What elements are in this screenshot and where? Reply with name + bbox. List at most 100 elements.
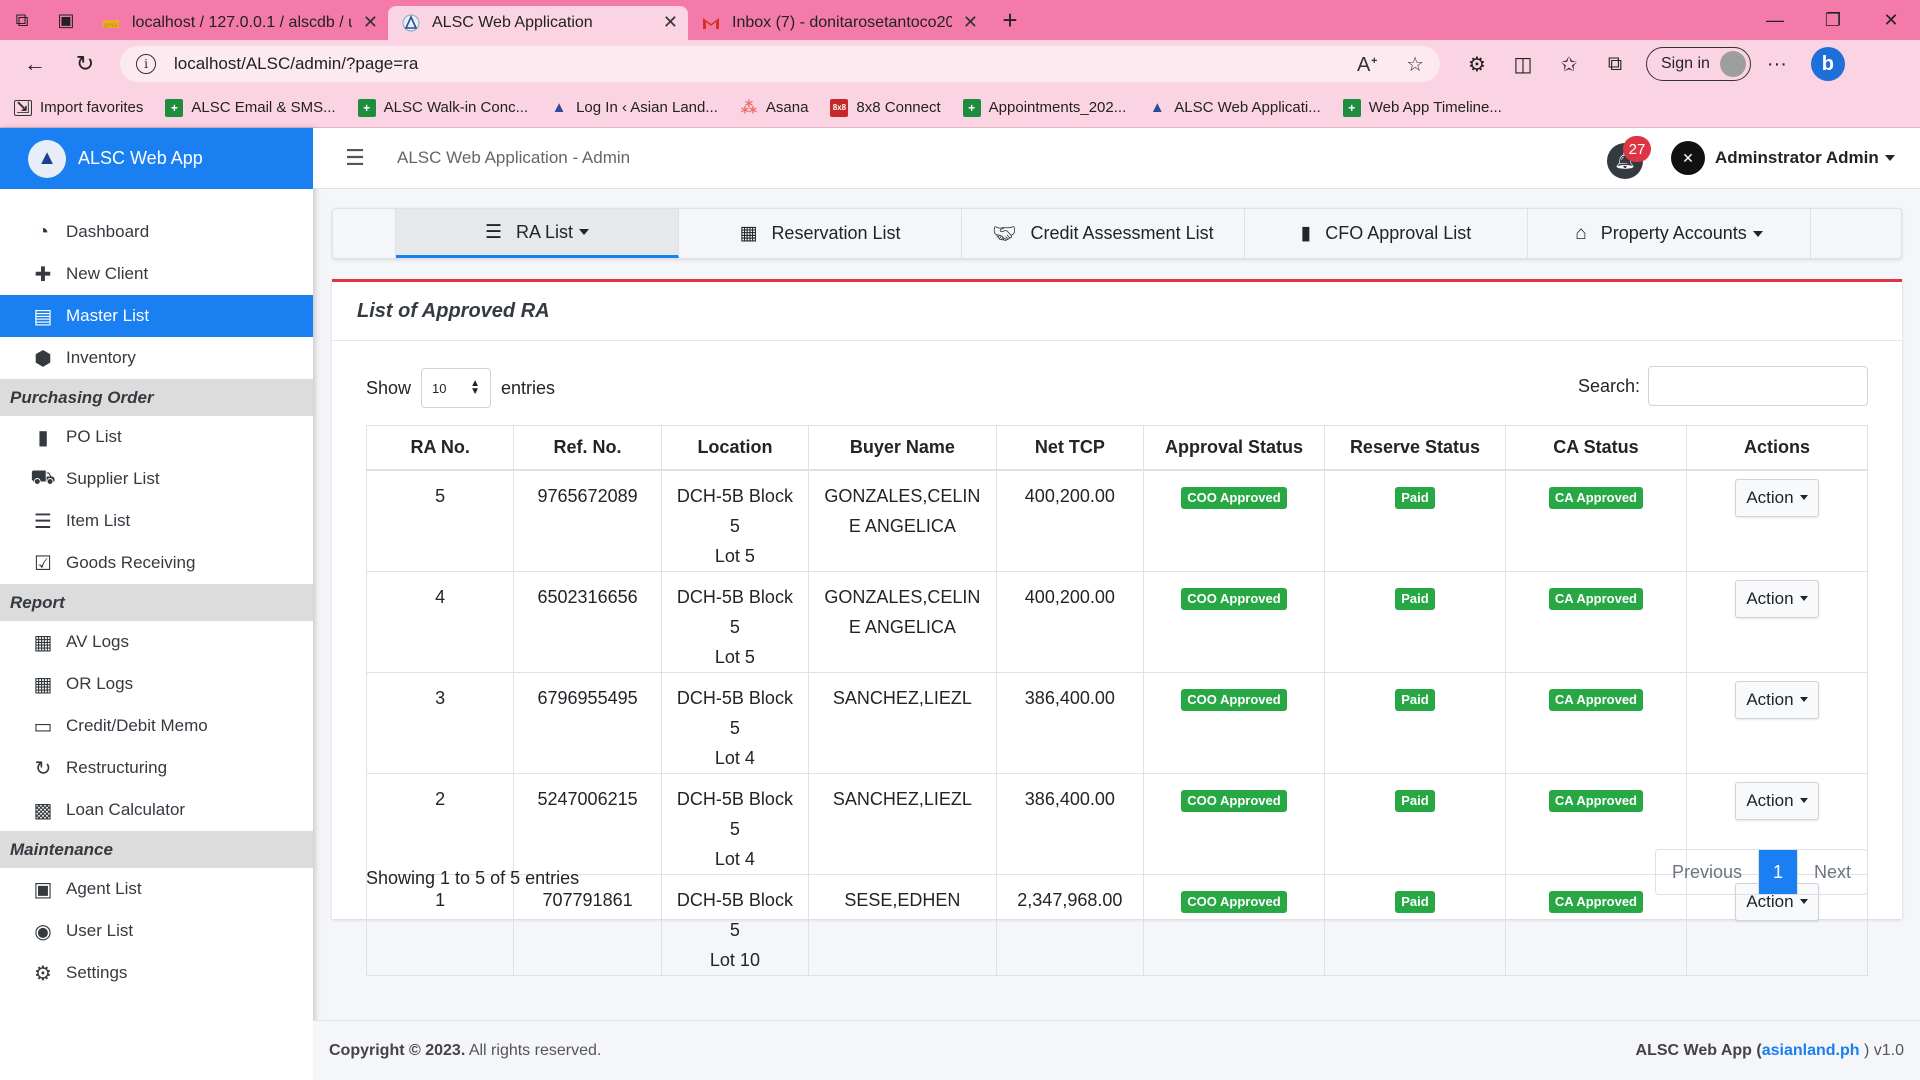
- favorite-label: Log In ‹ Asian Land...: [576, 99, 718, 116]
- sidebar-item-new-client[interactable]: ✚ New Client: [0, 253, 313, 295]
- action-dropdown-button[interactable]: Action: [1735, 579, 1819, 618]
- tab-credit-assessment-list[interactable]: 🤝︎ Credit Assessment List: [962, 209, 1245, 258]
- sidebar-item-inventory[interactable]: ⬢ Inventory: [0, 337, 313, 379]
- reserve-status-cell: Paid: [1324, 873, 1506, 976]
- sign-in-button[interactable]: Sign in: [1646, 47, 1751, 81]
- info-icon[interactable]: i: [136, 54, 156, 74]
- sidebar-item-av-logs[interactable]: ▦ AV Logs: [0, 621, 313, 663]
- favorite-item[interactable]: + Web App Timeline...: [1342, 98, 1502, 117]
- favorites-bar: ⇲ Import favorites + ALSC Email & SMS... +…: [0, 88, 1920, 128]
- page-1-button[interactable]: 1: [1758, 850, 1798, 894]
- column-header[interactable]: Net TCP: [995, 425, 1145, 471]
- sidebar-item-label: Restructuring: [66, 758, 168, 777]
- action-dropdown-button[interactable]: Action: [1735, 781, 1819, 820]
- browser-tab[interactable]: pma localhost / 127.0.0.1 / alscdb / us …: [88, 6, 388, 40]
- sidebar-item-item-list[interactable]: ☰ Item List: [0, 500, 313, 542]
- buyer-cell: SANCHEZ,LIEZL: [808, 671, 997, 774]
- brand-link[interactable]: ▲ ALSC Web App: [0, 128, 313, 189]
- sidebar-item-goods-receiving[interactable]: ☑ Goods Receiving: [0, 542, 313, 584]
- split-screen-icon[interactable]: ◫: [1500, 52, 1546, 77]
- list-icon: ☰: [484, 221, 502, 243]
- favorite-item[interactable]: ⁂ Asana: [740, 99, 809, 117]
- ra-no-cell: 1: [365, 873, 515, 976]
- action-dropdown-button[interactable]: Action: [1735, 478, 1819, 517]
- sign-in-label: Sign in: [1661, 55, 1710, 72]
- sidebar-item-supplier-list[interactable]: ⛟ Supplier List: [0, 458, 313, 500]
- column-header[interactable]: CA Status: [1504, 425, 1687, 471]
- minimize-icon[interactable]: —: [1746, 0, 1804, 40]
- browser-tab-active[interactable]: ALSC Web Application ✕: [388, 6, 688, 40]
- buyer-line: E ANGELICA: [848, 515, 956, 536]
- column-header[interactable]: RA No.: [365, 425, 515, 471]
- favorite-item[interactable]: 8x8 8x8 Connect: [830, 98, 941, 117]
- sidebar-item-agent-list[interactable]: ▣ Agent List: [0, 868, 313, 910]
- tab-ra-list[interactable]: ☰ RA List: [396, 209, 679, 258]
- column-header[interactable]: Actions: [1685, 425, 1869, 471]
- tab-property-accounts[interactable]: ⌂ Property Accounts: [1528, 209, 1811, 258]
- favorite-item[interactable]: + ALSC Email & SMS...: [165, 98, 336, 117]
- restore-icon[interactable]: ❐: [1804, 0, 1862, 40]
- status-badge: Paid: [1395, 587, 1435, 610]
- next-page-button[interactable]: Next: [1798, 850, 1867, 894]
- sidebar-section-header: Report: [0, 584, 313, 621]
- window-close-icon[interactable]: ✕: [1862, 0, 1920, 40]
- hamburger-icon[interactable]: ☰: [329, 145, 381, 171]
- favorite-item[interactable]: ▲ ALSC Web Applicati...: [1148, 99, 1321, 117]
- browser-tab[interactable]: Inbox (7) - donitarosetantoco202 ✕: [688, 6, 988, 40]
- column-header[interactable]: Approval Status: [1143, 425, 1325, 471]
- copyright-strong: Copyright © 2023.: [329, 1041, 466, 1059]
- sidebar-item-user-list[interactable]: ◉ User List: [0, 910, 313, 952]
- back-arrow-icon[interactable]: ←: [10, 40, 60, 88]
- redo-icon: ↻: [34, 757, 52, 780]
- sidebar-item-settings[interactable]: ⚙ Settings: [0, 952, 313, 994]
- sidebar-item-restructuring[interactable]: ↻ Restructuring: [0, 747, 313, 789]
- entries-select[interactable]: 10 ▲ ▼: [421, 368, 492, 408]
- sidebar-item-credit-debit-memo[interactable]: ▭ Credit/Debit Memo: [0, 705, 313, 747]
- collections-icon[interactable]: ⧉: [1592, 53, 1638, 76]
- sidebar-item-loan-calculator[interactable]: ▩ Loan Calculator: [0, 789, 313, 831]
- favorite-item[interactable]: ▲ Log In ‹ Asian Land...: [550, 99, 718, 117]
- tab-cfo-approval-list[interactable]: ▮ CFO Approval List: [1245, 209, 1528, 258]
- action-label: Action: [1746, 790, 1794, 810]
- refresh-icon[interactable]: ↻: [60, 40, 110, 88]
- favorite-item[interactable]: ⇲ Import favorites: [14, 99, 143, 117]
- new-tab-icon[interactable]: +: [988, 0, 1032, 40]
- user-menu[interactable]: ✕ Adminstrator Admin: [1671, 141, 1895, 175]
- close-icon[interactable]: ✕: [963, 12, 978, 33]
- star-icon[interactable]: ☆: [1406, 52, 1424, 77]
- bing-icon[interactable]: b: [1810, 47, 1845, 81]
- workspaces-icon[interactable]: ⧉: [0, 0, 44, 40]
- table-row: 1 707791861 DCH-5B Block 5 Lot 10 SESE,ED…: [365, 873, 1869, 976]
- sidebar-item-dashboard[interactable]: ◔ Dashboard: [0, 211, 313, 253]
- asianland-link[interactable]: asianland.ph: [1762, 1042, 1860, 1059]
- sidebar-item-po-list[interactable]: ▮ PO List: [0, 416, 313, 458]
- card-title: List of Approved RA: [332, 282, 1902, 341]
- sidebar-item-or-logs[interactable]: ▦ OR Logs: [0, 663, 313, 705]
- read-aloud-icon[interactable]: Aᐩ: [1357, 52, 1378, 77]
- tab-actions-icon[interactable]: ▣: [44, 0, 88, 40]
- sidebar-item-master-list[interactable]: ▤ Master List: [0, 295, 313, 337]
- previous-page-button[interactable]: Previous: [1656, 850, 1759, 894]
- tab-reservation-list[interactable]: ▦ Reservation List: [679, 209, 962, 258]
- search-input[interactable]: [1648, 366, 1868, 406]
- favorite-item[interactable]: + ALSC Walk-in Conc...: [357, 98, 528, 117]
- column-header[interactable]: Location: [660, 425, 810, 471]
- extensions-icon[interactable]: ⚙: [1454, 52, 1500, 77]
- column-header[interactable]: Buyer Name: [808, 425, 997, 471]
- close-icon[interactable]: ✕: [663, 12, 678, 33]
- footer-version: ) v1.0: [1863, 1041, 1904, 1059]
- favorites-icon[interactable]: ✩: [1546, 52, 1592, 77]
- buyer-line: SANCHEZ,LIEZL: [832, 687, 972, 708]
- favorite-item[interactable]: + Appointments_202...: [962, 98, 1126, 117]
- copyright: Copyright © 2023. All rights reserved.: [329, 1042, 601, 1060]
- url-field[interactable]: i localhost/ALSC/admin/?page=ra Aᐩ ☆: [120, 46, 1440, 82]
- close-icon[interactable]: ✕: [363, 12, 378, 33]
- column-header[interactable]: Reserve Status: [1324, 425, 1506, 471]
- column-header[interactable]: Ref. No.: [513, 425, 662, 471]
- more-icon[interactable]: ···: [1767, 53, 1787, 76]
- sidebar-item-label: Loan Calculator: [66, 800, 186, 819]
- action-dropdown-button[interactable]: Action: [1735, 680, 1819, 719]
- entries-value: 10: [432, 380, 447, 396]
- location-line: DCH-5B Block 5: [676, 586, 793, 637]
- action-label: Action: [1746, 487, 1794, 507]
